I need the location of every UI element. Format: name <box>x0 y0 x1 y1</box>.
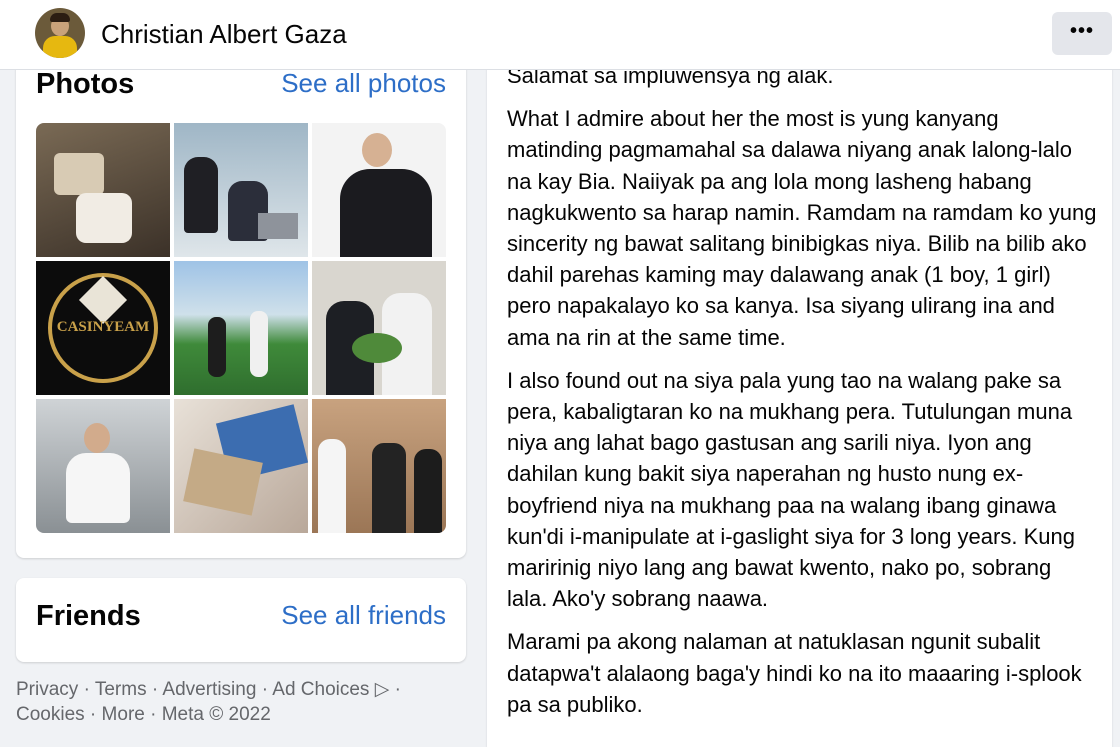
photo-person <box>372 443 406 533</box>
footer-link-terms[interactable]: Terms <box>95 679 147 700</box>
post-body: Salamat sa impluwensya ng alak. What I a… <box>507 60 1097 732</box>
photo-laptop <box>258 213 298 239</box>
more-options-button[interactable]: ••• <box>1052 12 1112 55</box>
photo-person <box>414 449 442 533</box>
photo-tile[interactable] <box>312 261 446 395</box>
photo-suit <box>340 169 432 257</box>
see-all-photos-link[interactable]: See all photos <box>281 68 446 99</box>
logo-text: CASINYEAM <box>56 319 150 335</box>
photo-tile[interactable] <box>174 123 308 257</box>
page-header: Christian Albert Gaza ••• <box>0 0 1120 70</box>
see-all-friends-link[interactable]: See all friends <box>281 600 446 631</box>
profile-avatar[interactable] <box>35 8 85 58</box>
photos-title: Photos <box>36 68 135 100</box>
photos-card: Photos See all photos CASINYEAM <box>16 40 466 558</box>
photo-window <box>54 153 104 195</box>
friends-title: Friends <box>36 600 141 632</box>
photo-person <box>76 193 132 243</box>
photo-grid: CASINYEAM <box>36 123 446 533</box>
photo-tile[interactable]: CASINYEAM <box>36 261 170 395</box>
profile-name[interactable]: Christian Albert Gaza <box>101 18 347 50</box>
photo-tile[interactable] <box>174 261 308 395</box>
ad-choices-icon: ▷ <box>374 679 390 700</box>
photo-tile[interactable] <box>36 123 170 257</box>
photo-plant <box>352 333 402 363</box>
photo-tile[interactable] <box>174 399 308 533</box>
post-card: Salamat sa impluwensya ng alak. What I a… <box>487 40 1112 747</box>
footer-link-advertising[interactable]: Advertising <box>162 679 256 700</box>
footer-link-more[interactable]: More <box>102 704 145 725</box>
footer-link-ad-choices[interactable]: Ad Choices <box>272 679 369 700</box>
photo-tile[interactable] <box>312 123 446 257</box>
photo-person <box>208 317 226 377</box>
photo-tile[interactable] <box>36 399 170 533</box>
footer-links: Privacy · Terms · Advertising · Ad Choic… <box>16 679 401 725</box>
friends-card: Friends See all friends <box>16 578 466 662</box>
post-paragraph: What I admire about her the most is yung… <box>507 106 1097 350</box>
avatar-shirt <box>43 36 77 58</box>
post-paragraph: I also found out na siya pala yung tao n… <box>507 367 1075 612</box>
photo-face <box>362 133 392 167</box>
avatar-hair <box>50 13 70 22</box>
footer-meta-copyright: Meta © 2022 <box>161 704 271 725</box>
photo-person <box>184 157 218 233</box>
photo-tile[interactable] <box>312 399 446 533</box>
photo-person <box>318 439 346 533</box>
footer-link-privacy[interactable]: Privacy <box>16 679 78 700</box>
photo-face <box>84 423 110 453</box>
post-paragraph: Marami pa akong nalaman at natuklasan ng… <box>507 629 1082 717</box>
photo-person <box>66 453 130 523</box>
footer-link-cookies[interactable]: Cookies <box>16 704 85 725</box>
photo-person <box>250 311 268 377</box>
